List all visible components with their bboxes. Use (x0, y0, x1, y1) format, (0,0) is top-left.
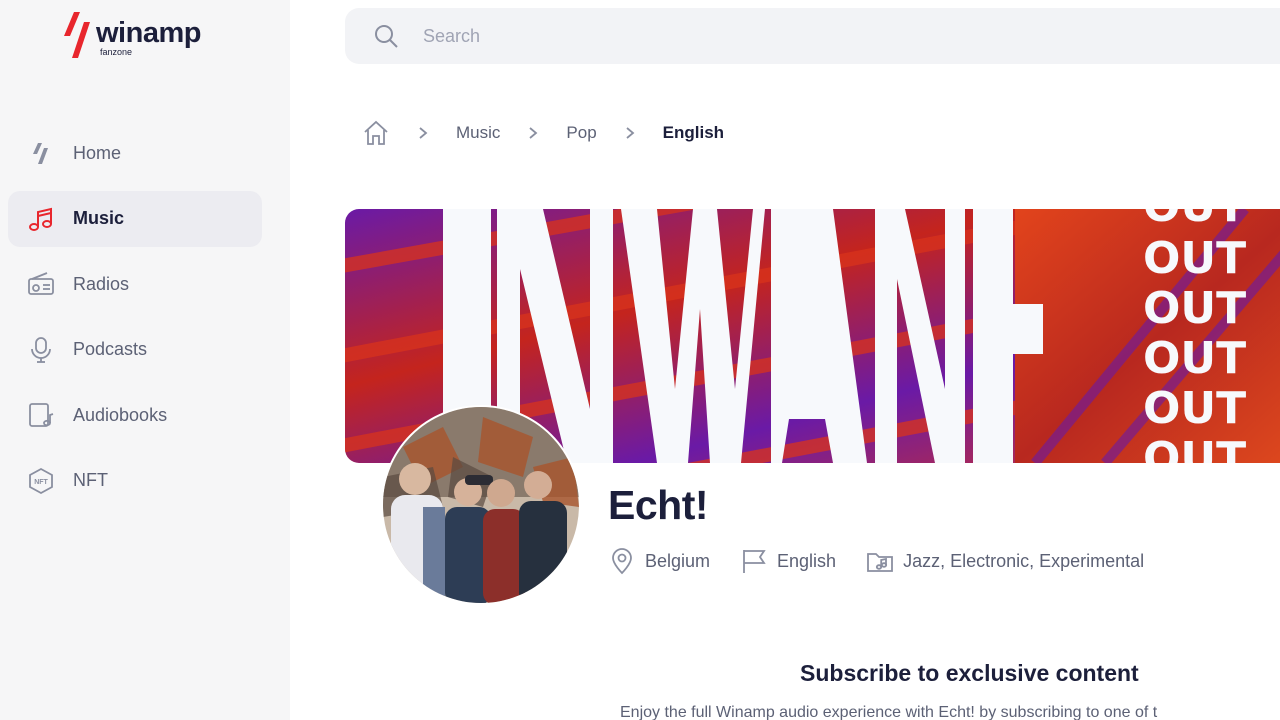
banner-repeat-text-1: OUT (1143, 209, 1246, 232)
sidebar-nav: Home Music Radios Podcasts Audiobooks NF… (8, 125, 262, 518)
artist-name: Echt! (608, 482, 709, 528)
artist-avatar[interactable] (381, 405, 581, 605)
search-icon[interactable] (373, 23, 399, 49)
music-folder-icon (867, 553, 893, 572)
logo-subtitle: fanzone (100, 47, 133, 57)
music-note-icon (26, 204, 56, 234)
sidebar-item-label: Audiobooks (73, 404, 168, 425)
microphone-icon (26, 335, 56, 365)
svg-text:NFT: NFT (34, 479, 48, 486)
sidebar-item-radios[interactable]: Radios (8, 256, 262, 312)
banner-repeat-text-3: OUT (1143, 283, 1246, 334)
sidebar: winamp fanzone Home Music Radios Podcast… (0, 0, 290, 720)
genres-text: Jazz, Electronic, Experimental (903, 550, 1145, 571)
sidebar-item-music[interactable]: Music (8, 190, 262, 247)
banner-repeat-text-2: OUT (1143, 233, 1246, 284)
winamp-logo[interactable]: winamp fanzone (62, 12, 201, 60)
search-bar[interactable] (345, 8, 1280, 64)
sidebar-item-label: Radios (73, 273, 130, 294)
logo-wordmark: winamp (96, 17, 201, 49)
chevron-right-icon (529, 127, 538, 139)
sidebar-item-label: Music (73, 208, 125, 228)
sidebar-item-home[interactable]: Home (8, 125, 262, 181)
band-photo (383, 407, 579, 603)
location-pin-icon (612, 548, 632, 575)
artist-genres: Jazz, Electronic, Experimental (866, 547, 1144, 575)
artist-language: English (740, 547, 836, 575)
breadcrumb-link-pop[interactable]: Pop (566, 123, 596, 143)
flag-icon (743, 550, 766, 573)
banner-repeat-text-4: OUT (1143, 333, 1246, 384)
artist-meta: Belgium English Jazz, Electronic, Experi… (608, 545, 1174, 577)
chevron-right-icon (419, 127, 428, 139)
radio-icon (26, 269, 56, 299)
sidebar-item-label: NFT (73, 470, 108, 490)
artist-location: Belgium (608, 547, 710, 575)
sidebar-item-audiobooks[interactable]: Audiobooks (8, 387, 262, 443)
language-text: English (777, 550, 837, 571)
sidebar-item-podcasts[interactable]: Podcasts (8, 322, 262, 378)
home-icon[interactable] (362, 119, 390, 147)
breadcrumb-current: English (662, 123, 725, 142)
banner-repeat-text-5: OUT (1143, 383, 1246, 434)
subscribe-description: Enjoy the full Winamp audio experience w… (620, 704, 1158, 720)
audiobook-icon (26, 400, 56, 430)
sidebar-item-nft[interactable]: NFT NFT (8, 453, 262, 509)
nft-hexagon-icon: NFT (26, 466, 56, 496)
sidebar-item-label: Home (73, 142, 122, 163)
banner-repeat-text-6: OUT (1143, 433, 1246, 463)
subscribe-title: Subscribe to exclusive content (800, 660, 1139, 686)
search-input[interactable] (423, 25, 1023, 47)
chevron-right-icon (626, 127, 635, 139)
winamp-logo-icon (64, 12, 90, 58)
winamp-bolt-icon (26, 138, 56, 168)
sidebar-item-label: Podcasts (73, 339, 148, 359)
breadcrumb: Music Pop English (362, 118, 724, 148)
location-text: Belgium (645, 550, 711, 571)
breadcrumb-link-music[interactable]: Music (456, 123, 500, 143)
